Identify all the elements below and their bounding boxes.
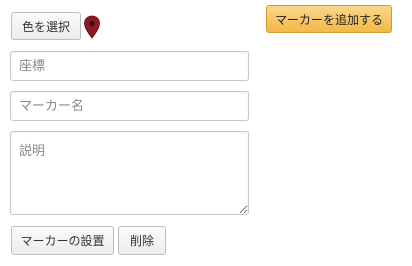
delete-button[interactable]: 削除 bbox=[118, 226, 166, 255]
marker-editor-panel: 色を選択 マーカーを追加する マーカーの設置 削除 bbox=[0, 0, 412, 266]
marker-name-input[interactable] bbox=[10, 91, 249, 121]
description-textarea[interactable] bbox=[10, 131, 249, 215]
select-color-button[interactable]: 色を選択 bbox=[11, 12, 81, 40]
map-pin-icon[interactable] bbox=[83, 15, 101, 39]
add-marker-button[interactable]: マーカーを追加する bbox=[266, 5, 392, 33]
place-marker-button[interactable]: マーカーの設置 bbox=[11, 226, 114, 255]
coordinates-input[interactable] bbox=[10, 51, 249, 81]
